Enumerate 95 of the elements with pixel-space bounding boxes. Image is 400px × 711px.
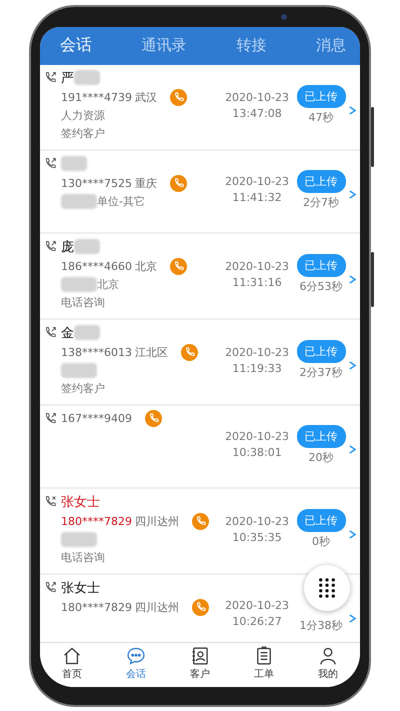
chevron-icon[interactable] — [349, 528, 356, 540]
call-time: 10:38:01 — [232, 446, 282, 459]
nav-item[interactable]: 首页 — [62, 646, 82, 680]
detail-text: 北京 — [97, 277, 119, 292]
chevron-icon[interactable] — [349, 613, 356, 624]
call-time: 11:41:32 — [232, 191, 282, 204]
contact-name: 庞 — [61, 238, 74, 256]
contact-name: 张女士 — [61, 580, 100, 596]
uploaded-button[interactable]: 已上传 — [296, 340, 346, 363]
call-row[interactable]: 金 138****6013 江北区 签约客户 2020-10-23 11:19:33 已上传 2分37秒 — [40, 320, 360, 406]
call-time: 11:31:16 — [232, 276, 282, 288]
outgoing-call-icon — [44, 240, 57, 252]
phone-icon[interactable] — [170, 88, 187, 106]
phone-icon[interactable] — [170, 174, 187, 192]
call-time: 13:47:08 — [232, 106, 282, 120]
contacts-icon — [190, 646, 210, 666]
phone-number: 186****4660 — [61, 260, 132, 272]
call-time: 10:26:27 — [232, 615, 282, 628]
nav-item[interactable]: 客户 — [190, 646, 210, 680]
phone-number: 180****7829 — [61, 600, 132, 614]
phone-icon[interactable] — [145, 410, 162, 426]
outgoing-call-icon — [44, 412, 57, 424]
detail-text: 电话咨询 — [61, 295, 105, 310]
phone-icon[interactable] — [192, 512, 209, 530]
detail-text: 人力资源 — [61, 108, 105, 123]
tab[interactable]: 会话 — [60, 31, 92, 60]
call-row[interactable]: 严 191****4739 武汉 人力资源 签约客户 2020-10-23 13:47:08 已上传 47秒 — [40, 64, 360, 150]
chevron-icon[interactable] — [349, 189, 356, 200]
detail-text: 电话咨询 — [61, 550, 105, 565]
phone-icon[interactable] — [181, 344, 198, 360]
call-date: 2020-10-23 — [225, 175, 289, 188]
dialpad-icon — [318, 576, 336, 598]
call-date: 2020-10-23 — [225, 599, 289, 612]
nav-item[interactable]: 会话 — [126, 646, 146, 680]
call-duration: 2分37秒 — [300, 365, 342, 380]
call-duration: 1分38秒 — [300, 618, 342, 633]
uploaded-button[interactable]: 已上传 — [296, 509, 346, 532]
phone-number: 167****9409 — [61, 412, 132, 424]
contact-name: 张女士 — [61, 494, 100, 510]
phone-number: 138****6013 — [61, 346, 132, 358]
phone-icon[interactable] — [192, 598, 209, 616]
call-duration: 0秒 — [312, 534, 330, 549]
tab[interactable]: 转接 — [236, 32, 266, 59]
person-icon — [318, 646, 338, 666]
call-date: 2020-10-23 — [225, 346, 289, 358]
call-date: 2020-10-23 — [225, 430, 289, 443]
detail-text: 签约客户 — [61, 126, 105, 141]
phone-number: 191****4739 — [61, 90, 132, 104]
camera-icon — [281, 14, 287, 20]
call-duration: 47秒 — [308, 110, 334, 125]
outgoing-call-icon — [44, 580, 57, 594]
detail-text: 签约客户 — [61, 381, 105, 396]
missed-call-icon — [44, 494, 57, 508]
location-text: 武汉 — [135, 90, 157, 104]
nav-item[interactable]: 工单 — [254, 646, 274, 680]
phone-icon[interactable] — [170, 258, 187, 274]
phone-number: 130****7525 — [61, 176, 132, 190]
location-text: 四川达州 — [135, 600, 179, 614]
phone-number: 180****7829 — [61, 514, 132, 528]
dialpad-button[interactable] — [304, 564, 350, 610]
outgoing-call-icon — [44, 156, 57, 170]
uploaded-button[interactable]: 已上传 — [296, 254, 346, 277]
home-icon — [62, 646, 82, 666]
tab[interactable]: 消息 — [316, 32, 346, 59]
list-icon — [254, 646, 274, 666]
uploaded-button[interactable]: 已上传 — [296, 85, 346, 108]
uploaded-button[interactable]: 已上传 — [296, 424, 346, 448]
outgoing-call-icon — [44, 70, 57, 84]
call-duration: 2分7秒 — [303, 194, 339, 210]
location-text: 北京 — [135, 258, 157, 274]
location-text: 重庆 — [135, 176, 157, 190]
nav-item[interactable]: 我的 — [318, 646, 338, 680]
chevron-icon[interactable] — [349, 104, 356, 116]
call-date: 2020-10-23 — [225, 260, 289, 272]
location-text: 江北区 — [135, 344, 168, 360]
contact-name: 金 — [61, 324, 74, 342]
call-date: 2020-10-23 — [225, 514, 289, 528]
chevron-icon[interactable] — [349, 274, 356, 284]
location-text: 四川达州 — [135, 514, 179, 528]
call-row[interactable]: 庞 186****4660 北京 北京 电话咨询 2020-10-23 11:31:16 已上传 6分53秒 — [40, 234, 360, 320]
detail-text: 单位-其它 — [97, 194, 145, 209]
uploaded-button[interactable]: 已上传 — [296, 170, 346, 192]
chevron-icon[interactable] — [349, 360, 356, 370]
call-row[interactable]: 130****7525 重庆 单位-其它 2020-10-23 11:41:32 已上传 2分7秒 — [40, 150, 360, 234]
call-row[interactable]: 167****9409 2020-10-23 10:38:01 已上传 20秒 — [40, 406, 360, 488]
chevron-icon[interactable] — [349, 444, 356, 455]
call-time: 11:19:33 — [232, 362, 282, 374]
chat-icon — [126, 646, 146, 666]
call-duration: 20秒 — [308, 450, 334, 464]
outgoing-call-icon — [44, 326, 57, 338]
call-duration: 6分53秒 — [300, 279, 342, 294]
tab[interactable]: 通讯录 — [142, 32, 187, 59]
call-date: 2020-10-23 — [225, 90, 289, 104]
contact-name: 严 — [61, 70, 74, 86]
call-time: 10:35:35 — [232, 530, 282, 544]
